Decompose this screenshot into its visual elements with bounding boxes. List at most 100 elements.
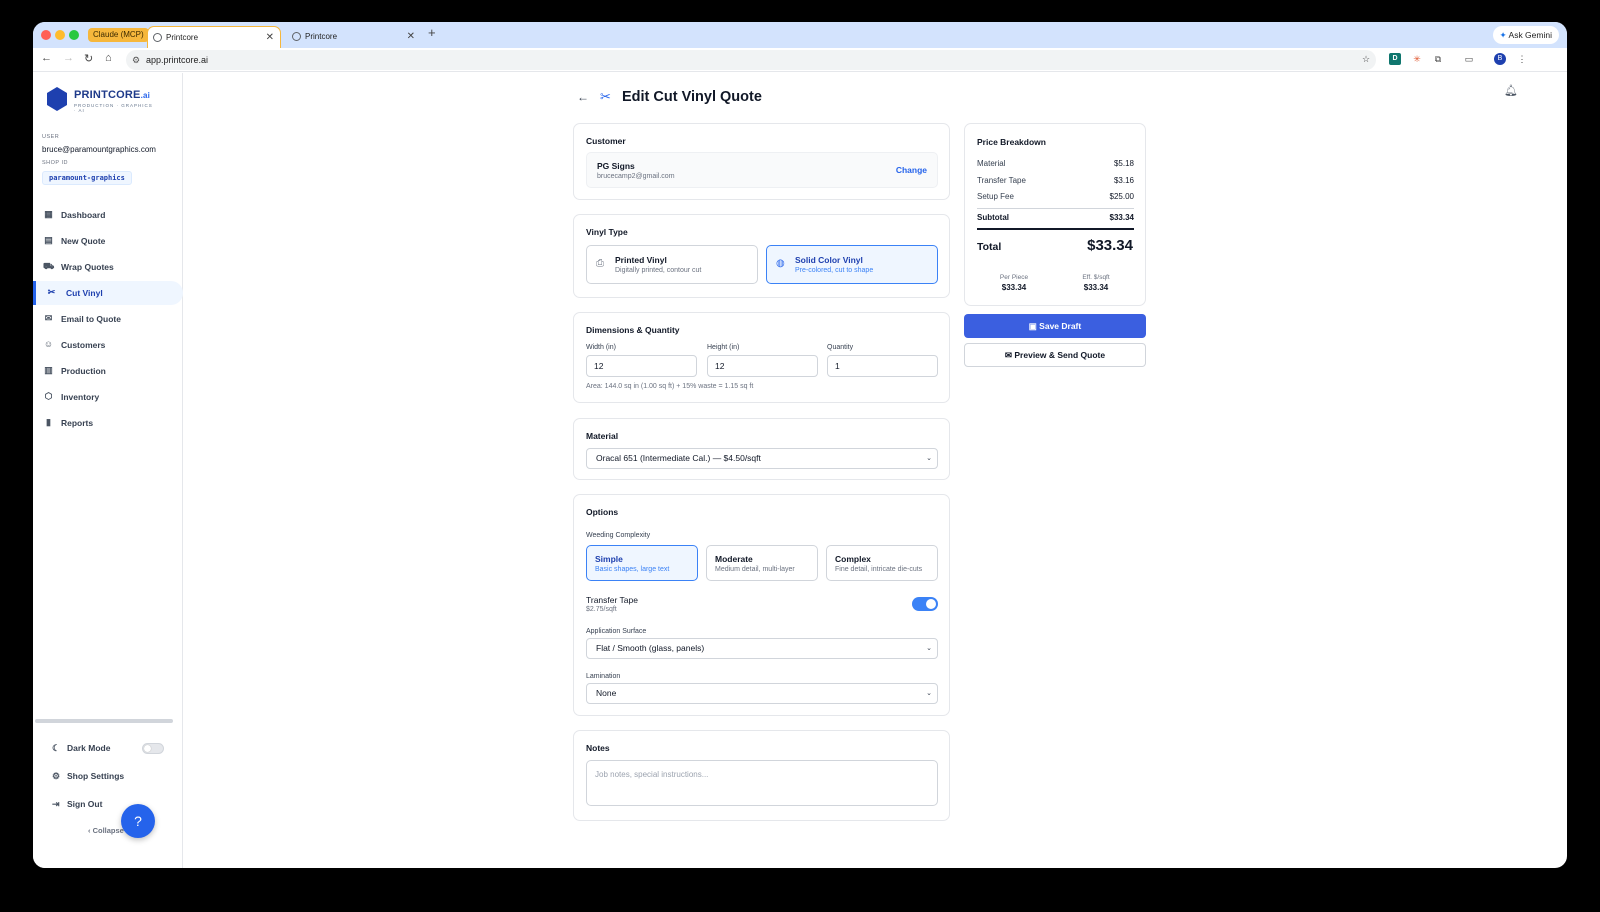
chevron-down-icon: ⌄ <box>926 455 932 462</box>
car-icon: ⛟ <box>43 261 55 271</box>
home-icon[interactable]: ⌂ <box>105 52 112 64</box>
close-tab-icon[interactable]: ✕ <box>266 27 274 49</box>
customer-summary: PG Signs brucecamp2@gmail.com Change <box>586 152 938 188</box>
price-row-material: Material $5.18 <box>977 159 1134 168</box>
sidebar-item-production[interactable]: ▥ Production <box>33 359 183 383</box>
back-arrow-icon[interactable]: ← <box>577 90 589 104</box>
shop-id-chip: paramount-graphics <box>42 171 132 185</box>
weeding-moderate-option[interactable]: Moderate Medium detail, multi-layer <box>706 545 818 581</box>
browser-toolbar: ← → ↻ ⌂ ⚙ app.printcore.ai ☆ D ✳ ⧉ ▭ B ⋮ <box>33 48 1567 72</box>
lamination-select[interactable]: None ⌄ <box>586 683 938 704</box>
printer-icon: ⎙ <box>596 258 604 269</box>
address-bar[interactable]: ⚙ app.printcore.ai <box>126 50 1376 70</box>
user-email: bruce@paramountgraphics.com <box>42 145 156 154</box>
logo-hex-icon <box>47 87 67 111</box>
close-tab-icon[interactable]: ✕ <box>407 26 415 48</box>
price-row-transfer-tape: Transfer Tape $3.16 <box>977 176 1134 185</box>
total-label: Total <box>977 241 1002 253</box>
height-label: Height (in) <box>707 344 740 351</box>
save-draft-button[interactable]: ▣ Save Draft <box>964 314 1146 338</box>
printcore-logo[interactable]: PRINTCORE.ai PRODUCTION · GRAPHICS · AI <box>47 87 157 113</box>
width-input[interactable]: 12 <box>586 355 697 377</box>
sidebar-item-dashboard[interactable]: ▦ Dashboard <box>33 203 183 227</box>
area-hint: Area: 144.0 sq in (1.00 sq ft) + 15% was… <box>586 383 754 390</box>
close-window-button[interactable] <box>41 30 51 40</box>
height-input[interactable]: 12 <box>707 355 818 377</box>
mail-icon: ✉ <box>44 313 53 323</box>
application-surface-select[interactable]: Flat / Smooth (glass, panels) ⌄ <box>586 638 938 659</box>
material-select[interactable]: Oracal 651 (Intermediate Cal.) — $4.50/s… <box>586 448 938 469</box>
forward-icon[interactable]: → <box>63 52 74 64</box>
sidebar-item-new-quote[interactable]: ▤ New Quote <box>33 229 183 253</box>
printed-vinyl-option[interactable]: ⎙ Printed Vinyl Digitally printed, conto… <box>586 245 758 284</box>
transfer-tape-price: $2.75/sqft <box>586 606 617 613</box>
price-breakdown-card: Price Breakdown Material $5.18 Transfer T… <box>964 123 1146 306</box>
sign-out-button[interactable]: ⇥ Sign Out <box>33 794 183 814</box>
site-info-icon[interactable]: ⚙ <box>132 50 140 70</box>
tab-label: Printcore <box>305 32 338 41</box>
application-surface-label: Application Surface <box>586 628 647 635</box>
notes-textarea[interactable]: Job notes, special instructions... <box>586 760 938 806</box>
new-tab-icon[interactable]: + <box>428 25 436 40</box>
moon-icon: ☾ <box>52 743 61 753</box>
bell-icon[interactable]: 🔔︎ <box>1504 84 1518 97</box>
tab-printcore-active[interactable]: Printcore ✕ <box>147 26 281 48</box>
notes-placeholder: Job notes, special instructions... <box>595 770 709 779</box>
shop-settings-button[interactable]: ⚙ Shop Settings <box>33 766 183 786</box>
weeding-complex-option[interactable]: Complex Fine detail, intricate die-cuts <box>826 545 938 581</box>
sidebar-item-customers[interactable]: ☺ Customers <box>33 333 183 357</box>
preview-send-quote-button[interactable]: ✉ Preview & Send Quote <box>964 343 1146 367</box>
extensions-puzzle-icon[interactable]: ⧉ <box>1432 53 1444 65</box>
question-icon: ? <box>134 813 142 829</box>
maximize-window-button[interactable] <box>69 30 79 40</box>
sidebar-item-wrap-quotes[interactable]: ⛟ Wrap Quotes <box>33 255 183 279</box>
width-label: Width (in) <box>586 344 616 351</box>
profile-avatar[interactable]: B <box>1494 53 1506 65</box>
collapse-sidebar-button[interactable]: ‹ Collapse <box>88 826 124 835</box>
eff-sqft-value: $33.34 <box>1083 283 1109 292</box>
shop-id-label: SHOP ID <box>42 160 69 166</box>
back-icon[interactable]: ← <box>41 52 52 64</box>
weeding-simple-option[interactable]: Simple Basic shapes, large text <box>586 545 698 581</box>
dark-mode-toggle[interactable] <box>142 743 164 754</box>
quantity-label: Quantity <box>827 344 854 351</box>
ask-gemini-button[interactable]: ✦ Ask Gemini <box>1492 26 1559 44</box>
solid-color-vinyl-option[interactable]: ◍ Solid Color Vinyl Pre-colored, cut to … <box>766 245 938 284</box>
tab-printcore[interactable]: Printcore ✕ <box>287 26 421 48</box>
minimize-window-button[interactable] <box>55 30 65 40</box>
tab-group-chip[interactable]: Claude (MCP) <box>88 28 149 42</box>
bookmark-star-icon[interactable]: ☆ <box>1360 53 1372 65</box>
browser-menu-icon[interactable]: ⋮ <box>1516 53 1528 65</box>
weeding-label: Weeding Complexity <box>586 532 651 539</box>
sign-out-icon: ⇥ <box>52 799 60 809</box>
sidebar-item-email-to-quote[interactable]: ✉ Email to Quote <box>33 307 183 331</box>
sidebar-scrollbar[interactable] <box>35 719 173 723</box>
transfer-tape-label: Transfer Tape <box>586 595 638 605</box>
vinyl-type-card: Vinyl Type ⎙ Printed Vinyl Digitally pri… <box>573 214 950 298</box>
divider <box>977 228 1134 230</box>
cast-icon[interactable]: ▭ <box>1463 53 1475 65</box>
chevron-down-icon: ⌄ <box>926 690 932 697</box>
sidebar-item-cut-vinyl[interactable]: ✂ Cut Vinyl <box>33 281 183 305</box>
total-value: $33.34 <box>1087 237 1133 254</box>
reload-icon[interactable]: ↻ <box>84 52 93 65</box>
extension-claude-icon[interactable]: ✳ <box>1411 53 1423 65</box>
transfer-tape-toggle[interactable] <box>912 597 938 611</box>
sparkle-icon: ✦ <box>1499 30 1507 40</box>
bar-chart-icon: ▮ <box>46 417 51 427</box>
dark-mode-row[interactable]: ☾ Dark Mode <box>33 738 183 758</box>
customer-email: brucecamp2@gmail.com <box>597 173 675 180</box>
sidebar-item-inventory[interactable]: ⬡ Inventory <box>33 385 183 409</box>
sidebar-item-reports[interactable]: ▮ Reports <box>33 411 183 435</box>
url-text: app.printcore.ai <box>146 55 209 65</box>
price-row-setup-fee: Setup Fee $25.00 <box>977 192 1134 201</box>
quantity-input[interactable]: 1 <box>827 355 938 377</box>
mail-icon: ✉ <box>1004 350 1013 360</box>
page-title: Edit Cut Vinyl Quote <box>622 89 762 105</box>
dimensions-card: Dimensions & Quantity Width (in) 12 Heig… <box>573 312 950 403</box>
notes-card: Notes Job notes, special instructions... <box>573 730 950 821</box>
extension-d-icon[interactable]: D <box>1389 53 1401 65</box>
change-customer-link[interactable]: Change <box>896 165 927 175</box>
help-button[interactable]: ? <box>121 804 155 838</box>
scissors-icon: ✂ <box>600 89 611 104</box>
